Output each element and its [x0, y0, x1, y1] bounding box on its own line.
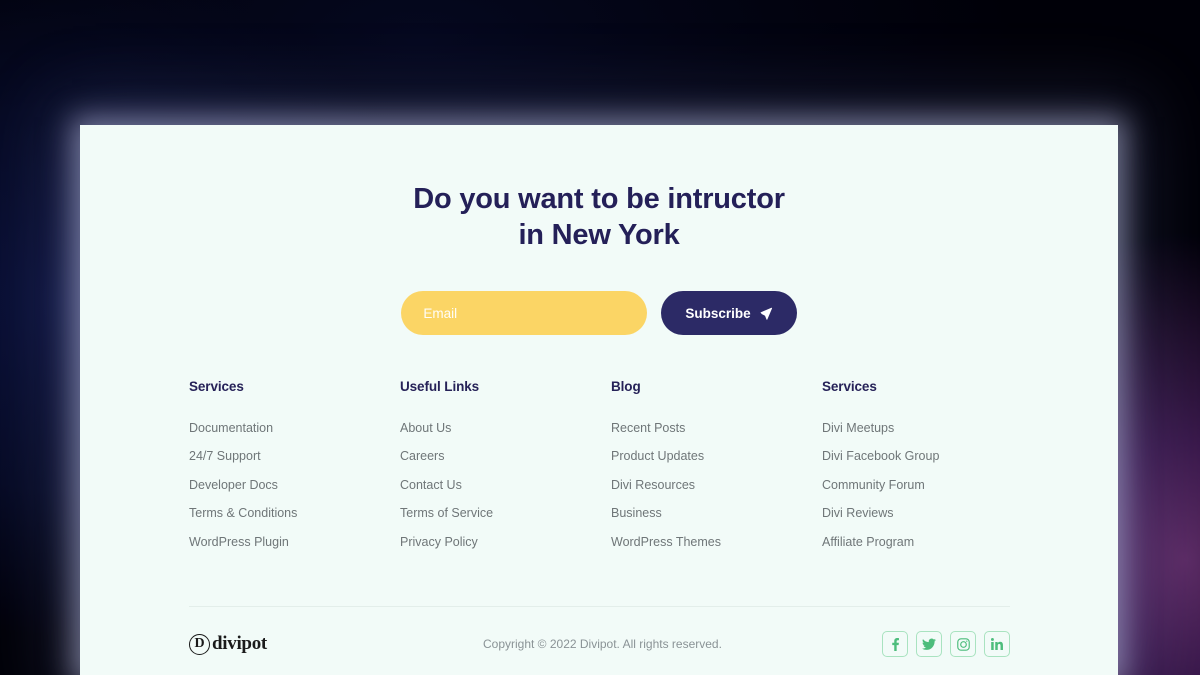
page-title-line-2: in New York	[518, 219, 680, 251]
footer-link[interactable]: Documentation	[189, 414, 400, 442]
footer-link[interactable]: WordPress Themes	[611, 528, 822, 556]
logo-wordmark: divipot	[212, 633, 267, 655]
footer-link[interactable]: Affiliate Program	[822, 528, 1033, 556]
footer-divider	[189, 606, 1010, 608]
copyright-text: Copyright © 2022 Divipot. All rights res…	[482, 637, 722, 652]
footer-column-title: Useful Links	[400, 379, 480, 394]
subscribe-button[interactable]: Subscribe	[661, 291, 797, 335]
facebook-icon[interactable]	[882, 631, 908, 658]
footer-link[interactable]: WordPress Plugin	[189, 528, 400, 556]
footer-link[interactable]: Developer Docs	[189, 471, 400, 499]
footer-link[interactable]: 24/7 Support	[189, 442, 400, 470]
page-title: Do you want to be intructor in New York	[80, 125, 1118, 253]
footer-column-3: Blog Recent Posts Product Updates Divi R…	[611, 379, 822, 556]
twitter-icon[interactable]	[916, 631, 942, 658]
instagram-icon[interactable]	[950, 631, 976, 658]
logo-mark-icon: D	[189, 633, 210, 655]
subscribe-button-label: Subscribe	[685, 305, 751, 321]
footer-link[interactable]: Careers	[400, 442, 611, 470]
footer-column-1: Services Documentation 24/7 Support Deve…	[189, 379, 400, 556]
footer-bottom-bar: D divipot Copyright © 2022 Divipot. All …	[80, 631, 1118, 658]
footer-column-title: Services	[822, 379, 877, 394]
footer-link[interactable]: Product Updates	[611, 442, 822, 470]
footer-link[interactable]: Privacy Policy	[400, 528, 611, 556]
footer-link[interactable]: Recent Posts	[611, 414, 822, 442]
footer-link[interactable]: Business	[611, 499, 822, 527]
footer-panel: Do you want to be intructor in New York …	[80, 125, 1118, 675]
footer-column-title: Blog	[611, 379, 641, 394]
footer-column-4: Services Divi Meetups Divi Facebook Grou…	[822, 379, 1033, 556]
footer-link[interactable]: Divi Reviews	[822, 499, 1033, 527]
subscribe-form: Subscribe	[80, 291, 1118, 335]
send-icon	[759, 306, 773, 320]
email-input[interactable]	[401, 291, 648, 335]
footer-link[interactable]: About Us	[400, 414, 611, 442]
footer-link[interactable]: Terms & Conditions	[189, 499, 400, 527]
footer-link[interactable]: Contact Us	[400, 471, 611, 499]
social-links	[882, 631, 1010, 658]
footer-link[interactable]: Divi Facebook Group	[822, 442, 1033, 470]
footer-column-2: Useful Links About Us Careers Contact Us…	[400, 379, 611, 556]
footer-link-columns: Services Documentation 24/7 Support Deve…	[80, 379, 1118, 556]
footer-link[interactable]: Divi Resources	[611, 471, 822, 499]
brand-logo[interactable]: D divipot	[189, 633, 267, 655]
footer-column-title: Services	[189, 379, 244, 394]
linkedin-icon[interactable]	[984, 631, 1010, 658]
page-backdrop: Do you want to be intructor in New York …	[0, 0, 1200, 675]
page-title-line-1: Do you want to be intructor	[413, 183, 785, 215]
footer-link[interactable]: Terms of Service	[400, 499, 611, 527]
footer-link[interactable]: Community Forum	[822, 471, 1033, 499]
footer-link[interactable]: Divi Meetups	[822, 414, 1033, 442]
